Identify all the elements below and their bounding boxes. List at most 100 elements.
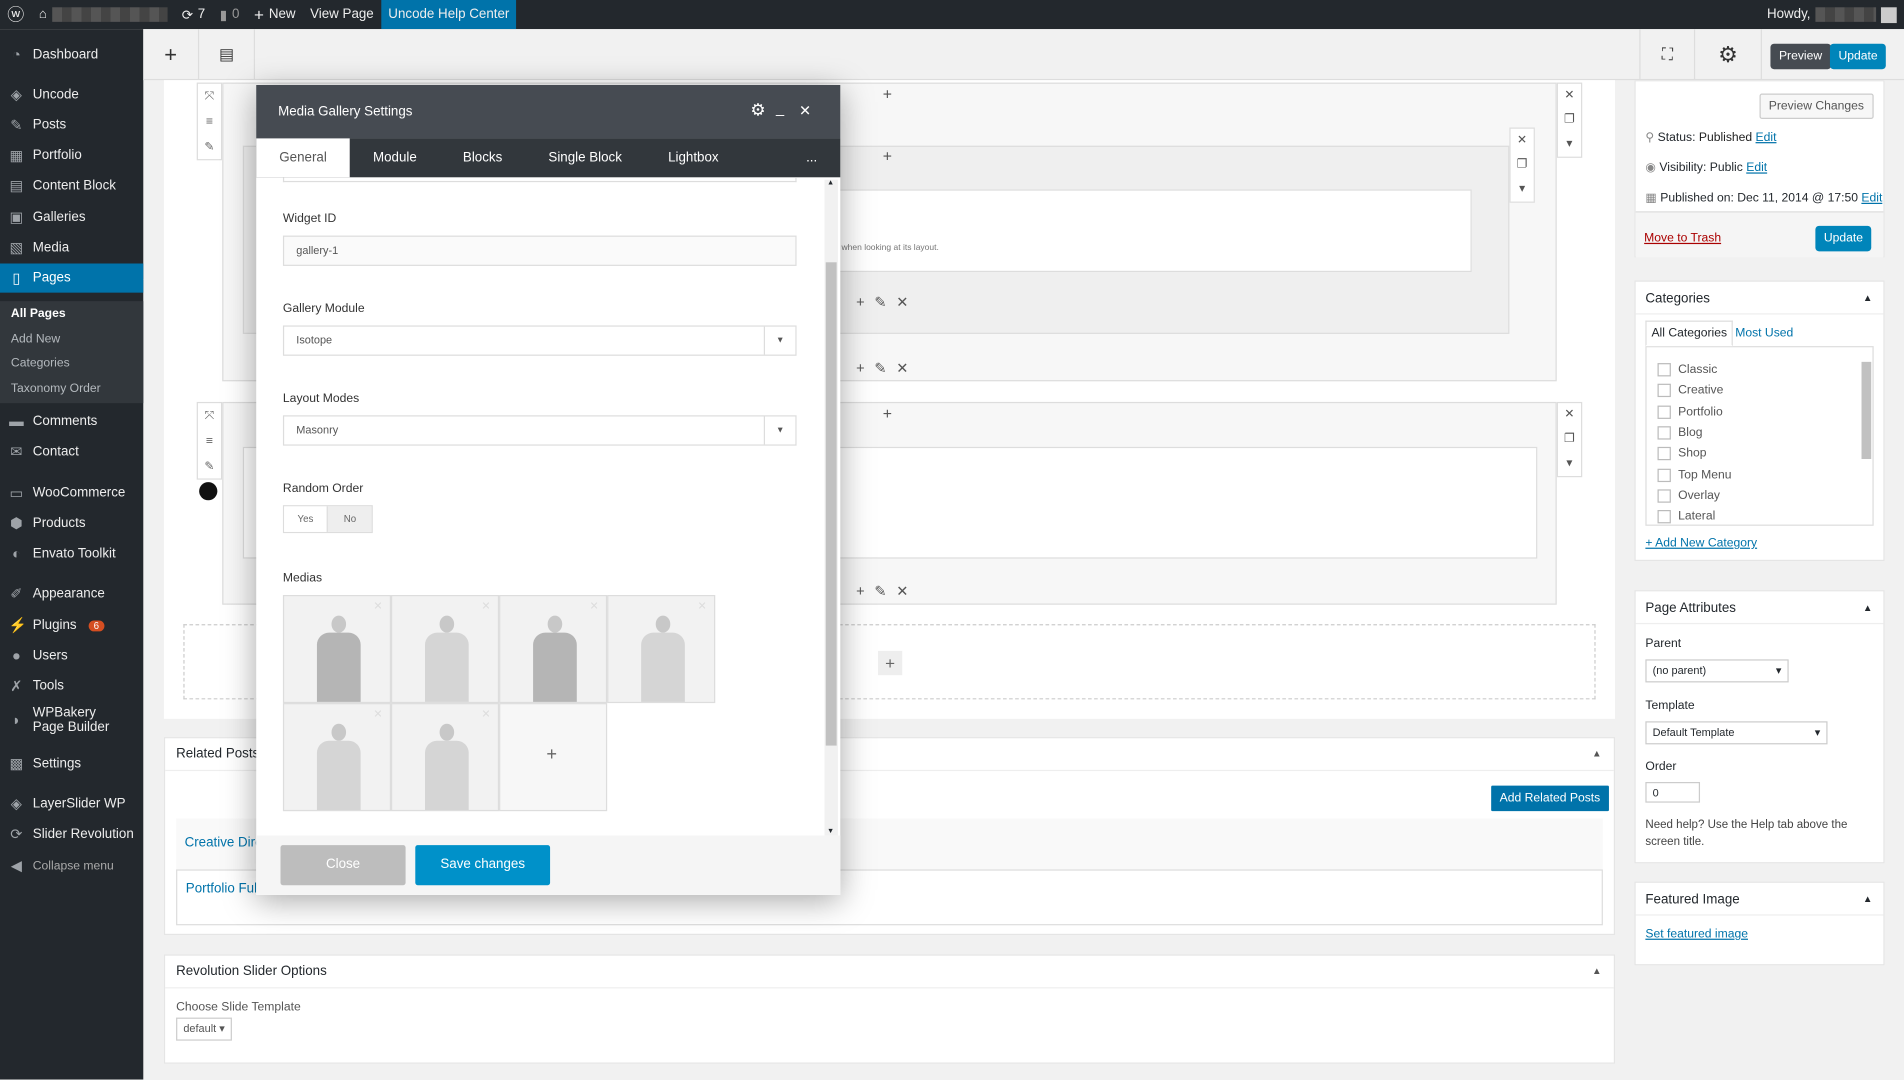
slide-template-select[interactable]: default ▾ [176, 1017, 233, 1041]
sidebar-item-dashboard[interactable]: ◔ Dashboard [0, 40, 143, 69]
sidebar-item-settings[interactable]: ▩ Settings [0, 749, 143, 778]
set-featured-image-link[interactable]: Set featured image [1645, 928, 1748, 941]
submenu-add-new[interactable]: Add New [0, 332, 143, 345]
category-checkbox[interactable]: Classic [1657, 359, 1862, 380]
toggle-arrow-icon[interactable]: ▲ [1863, 894, 1873, 905]
chevron-down-icon[interactable]: ▾ [1511, 177, 1534, 201]
remove-media-icon[interactable]: ✕ [373, 708, 382, 721]
category-checkbox[interactable]: Overlay [1657, 485, 1862, 506]
edit-status-link[interactable]: Edit [1756, 131, 1777, 144]
checkbox[interactable] [1657, 447, 1671, 461]
toggle-arrow-icon[interactable]: ▲ [1592, 965, 1602, 976]
toggle-arrow-icon[interactable]: ▲ [1592, 748, 1602, 759]
new-link[interactable]: + New [247, 0, 303, 29]
update-button[interactable]: Update [1829, 43, 1887, 70]
pencil-icon[interactable]: ✎ [874, 294, 896, 311]
sidebar-item-layerslider-wp[interactable]: ◈ LayerSlider WP [0, 789, 143, 818]
pencil-icon[interactable]: ✎ [198, 454, 221, 480]
media-thumbnail[interactable]: ✕ [499, 595, 608, 704]
sidebar-item-tools[interactable]: ✗ Tools [0, 672, 143, 701]
sidebar-item-wpbakery-page-builder[interactable]: ◗ WPBakery Page Builder [0, 702, 143, 738]
sidebar-item-appearance[interactable]: ✐ Appearance [0, 579, 143, 608]
checkbox[interactable] [1657, 405, 1671, 419]
preview-changes-button[interactable]: Preview Changes [1759, 93, 1874, 120]
random-yes-option[interactable]: Yes [284, 506, 327, 532]
order-input[interactable]: 0 [1645, 782, 1701, 803]
pencil-icon[interactable]: ✎ [874, 359, 896, 376]
menu-icon[interactable]: ≡ [198, 429, 221, 455]
category-checkbox[interactable]: Blog [1657, 422, 1862, 443]
close-icon[interactable]: ✕ [896, 294, 918, 311]
sidebar-item-content-block[interactable]: ▤ Content Block [0, 171, 143, 200]
wordpress-logo-icon[interactable]: ⓦ [0, 0, 32, 29]
preview-button[interactable]: Preview [1770, 43, 1831, 70]
random-no-option[interactable]: No [326, 506, 372, 532]
category-checkbox[interactable]: Portfolio [1657, 401, 1862, 422]
sidebar-item-slider-revolution[interactable]: ⟳ Slider Revolution [0, 820, 143, 849]
tab-module[interactable]: Module [350, 138, 440, 177]
minimize-icon[interactable]: _ [776, 100, 784, 117]
site-home-link[interactable]: ⌂ [32, 0, 175, 29]
submenu-taxonomy-order[interactable]: Taxonomy Order [0, 382, 143, 395]
gallery-module-select[interactable]: Isotope ▼ [282, 325, 797, 356]
chevron-down-icon[interactable]: ▾ [1558, 132, 1581, 156]
sidebar-item-comments[interactable]: ▬ Comments [0, 407, 143, 436]
move-icon[interactable]: ⤧ [198, 403, 221, 429]
sidebar-item-products[interactable]: ⬢ Products [0, 509, 143, 538]
widget-id-input[interactable]: gallery-1 [282, 235, 797, 266]
close-icon[interactable]: ✕ [1558, 403, 1581, 427]
add-column-icon[interactable]: + [883, 85, 892, 103]
sidebar-item-portfolio[interactable]: ▦ Portfolio [0, 141, 143, 170]
modal-scrollbar[interactable]: ▲ ▼ [824, 179, 838, 836]
edit-date-link[interactable]: Edit [1861, 192, 1882, 205]
pencil-icon[interactable]: ✎ [874, 583, 896, 600]
sidebar-item-woocommerce[interactable]: ▭ WooCommerce [0, 478, 143, 507]
gear-icon[interactable]: ⚙ [750, 100, 765, 121]
media-thumbnail[interactable]: ✕ [391, 595, 500, 704]
sidebar-item-users[interactable]: ● Users [0, 641, 143, 670]
sidebar-item-galleries[interactable]: ▣ Galleries [0, 203, 143, 232]
sidebar-item-collapse-menu[interactable]: ◀ Collapse menu [0, 851, 143, 880]
checkbox[interactable] [1657, 468, 1671, 482]
sidebar-item-envato-toolkit[interactable]: ◐ Envato Toolkit [0, 539, 143, 568]
comments-link[interactable]: ▮ 0 [213, 0, 247, 29]
clone-icon[interactable]: ❐ [1511, 153, 1534, 177]
close-icon[interactable]: ✕ [896, 359, 918, 376]
chevron-down-icon[interactable]: ▾ [1558, 452, 1581, 476]
save-changes-button[interactable]: Save changes [415, 845, 551, 886]
add-row-icon[interactable]: + [877, 650, 903, 676]
template-select[interactable]: Default Template ▾ [1645, 721, 1828, 745]
publish-update-button[interactable]: Update [1815, 225, 1872, 252]
media-thumbnail[interactable]: ✕ [282, 595, 392, 704]
tab-most-used[interactable]: Most Used [1735, 327, 1793, 340]
tab-lightbox[interactable]: Lightbox [645, 138, 742, 177]
category-checkbox[interactable]: Lateral [1657, 506, 1862, 524]
checkbox[interactable] [1657, 363, 1671, 377]
plus-icon[interactable]: + [856, 294, 874, 311]
add-column-icon[interactable]: + [883, 147, 892, 165]
add-new-category-link[interactable]: + Add New Category [1645, 537, 1757, 550]
media-thumbnail[interactable]: ✕ [391, 703, 500, 812]
submenu-all-pages[interactable]: All Pages [0, 307, 143, 320]
media-thumbnail[interactable]: ✕ [282, 703, 392, 812]
layout-modes-select[interactable]: Masonry ▼ [282, 415, 797, 446]
view-page-link[interactable]: View Page [303, 0, 381, 29]
tab-single-block[interactable]: Single Block [525, 138, 645, 177]
category-checkbox[interactable]: Shop [1657, 443, 1862, 464]
remove-media-icon[interactable]: ✕ [481, 600, 490, 613]
remove-media-icon[interactable]: ✕ [589, 600, 598, 613]
more-tabs-button[interactable]: ... [783, 138, 840, 177]
help-center-link[interactable]: Uncode Help Center [381, 0, 517, 30]
clone-icon[interactable]: ❐ [1558, 427, 1581, 451]
checkbox[interactable] [1657, 426, 1671, 440]
updates-link[interactable]: ⟳ 7 [174, 0, 212, 29]
add-element-button[interactable]: + [143, 29, 200, 81]
remove-media-icon[interactable]: ✕ [481, 708, 490, 721]
close-icon[interactable]: ✕ [896, 583, 918, 600]
sidebar-item-pages[interactable]: ▯ Pages [0, 263, 144, 293]
move-to-trash-link[interactable]: Move to Trash [1644, 232, 1721, 245]
add-column-icon[interactable]: + [883, 404, 892, 422]
plus-icon[interactable]: + [856, 583, 874, 600]
add-media-button[interactable]: + [499, 703, 608, 812]
remove-media-icon[interactable]: ✕ [698, 600, 707, 613]
